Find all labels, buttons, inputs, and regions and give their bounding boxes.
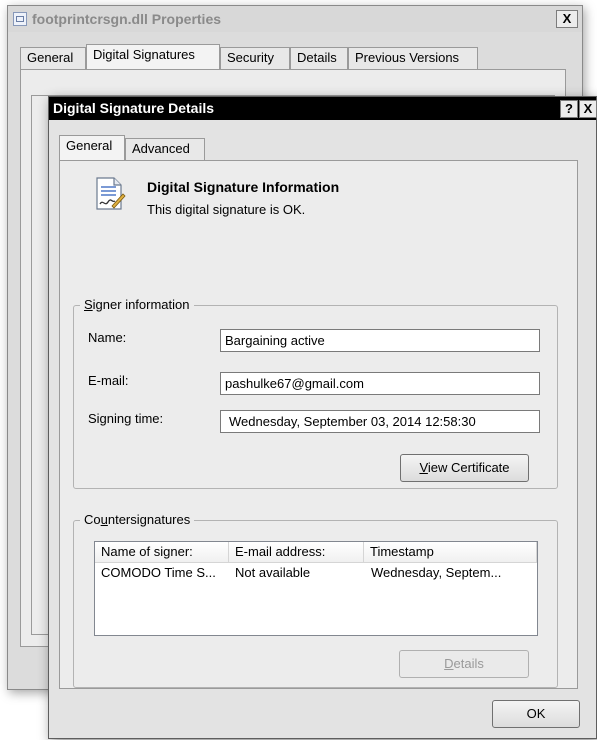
help-button[interactable]: ? bbox=[560, 100, 578, 118]
view-certificate-button[interactable]: View Certificate bbox=[400, 454, 529, 482]
tab-digital-signatures[interactable]: Digital Signatures bbox=[86, 44, 220, 70]
details-button[interactable]: Details bbox=[399, 650, 529, 678]
properties-window-title: footprintcrsgn.dll Properties bbox=[32, 11, 222, 27]
view-certificate-label: iew Certificate bbox=[427, 460, 510, 475]
tab-details[interactable]: Details bbox=[290, 47, 348, 69]
countersignatures-list[interactable]: Name of signer: E-mail address: Timestam… bbox=[94, 541, 538, 636]
tab-previous-versions[interactable]: Previous Versions bbox=[348, 47, 478, 69]
column-header-email[interactable]: E-mail address: bbox=[229, 542, 364, 562]
dialog-titlebar[interactable]: Digital Signature Details ? X bbox=[49, 97, 597, 120]
details-label: etails bbox=[453, 656, 484, 671]
properties-close-button[interactable]: X bbox=[556, 10, 578, 28]
tab-advanced[interactable]: Advanced bbox=[125, 138, 205, 160]
name-label: Name: bbox=[88, 330, 127, 345]
counter-legend-accelerator: u bbox=[100, 512, 108, 527]
signer-legend-text: igner information bbox=[92, 297, 190, 312]
file-properties-icon bbox=[13, 12, 27, 26]
column-header-timestamp[interactable]: Timestamp bbox=[364, 542, 537, 562]
column-header-name[interactable]: Name of signer: bbox=[95, 542, 229, 562]
tab-general[interactable]: General bbox=[59, 135, 125, 161]
details-accelerator: D bbox=[444, 656, 454, 671]
certificate-document-icon bbox=[96, 177, 126, 210]
countersignatures-legend: Countersignatures bbox=[80, 512, 195, 527]
signature-details-dialog: Digital Signature Details ? X General Ad… bbox=[48, 96, 597, 739]
view-certificate-accelerator: V bbox=[419, 460, 428, 475]
signature-status-text: This digital signature is OK. bbox=[147, 202, 306, 217]
signature-info-heading: Digital Signature Information bbox=[147, 179, 340, 195]
ok-button[interactable]: OK bbox=[492, 700, 580, 728]
row-email: Not available bbox=[235, 565, 311, 580]
signer-information-legend: Signer information bbox=[80, 297, 194, 312]
list-header: Name of signer: E-mail address: Timestam… bbox=[95, 542, 537, 563]
dialog-title: Digital Signature Details bbox=[53, 100, 215, 116]
tab-security[interactable]: Security bbox=[220, 47, 290, 69]
tab-general[interactable]: General bbox=[20, 47, 86, 69]
signer-email-field[interactable]: pashulke67@gmail.com bbox=[220, 372, 540, 395]
countersignatures-group: Countersignatures Name of signer: E-mail… bbox=[73, 512, 558, 688]
signer-name-field[interactable]: Bargaining active bbox=[220, 329, 540, 352]
counter-legend-prefix: Co bbox=[84, 512, 101, 527]
signer-information-group: Signer information Name: Bargaining acti… bbox=[73, 297, 558, 489]
email-label: E-mail: bbox=[88, 373, 129, 388]
properties-titlebar[interactable]: footprintcrsgn.dll Properties X bbox=[8, 6, 582, 32]
signer-legend-accelerator: S bbox=[84, 297, 93, 312]
row-timestamp: Wednesday, Septem... bbox=[371, 565, 502, 580]
signing-time-field[interactable]: Wednesday, September 03, 2014 12:58:30 bbox=[220, 410, 540, 433]
signing-time-label: Signing time: bbox=[88, 411, 164, 426]
row-signer-name: COMODO Time S... bbox=[101, 565, 216, 580]
dialog-close-button[interactable]: X bbox=[579, 100, 597, 118]
counter-legend-suffix: ntersignatures bbox=[107, 512, 191, 527]
